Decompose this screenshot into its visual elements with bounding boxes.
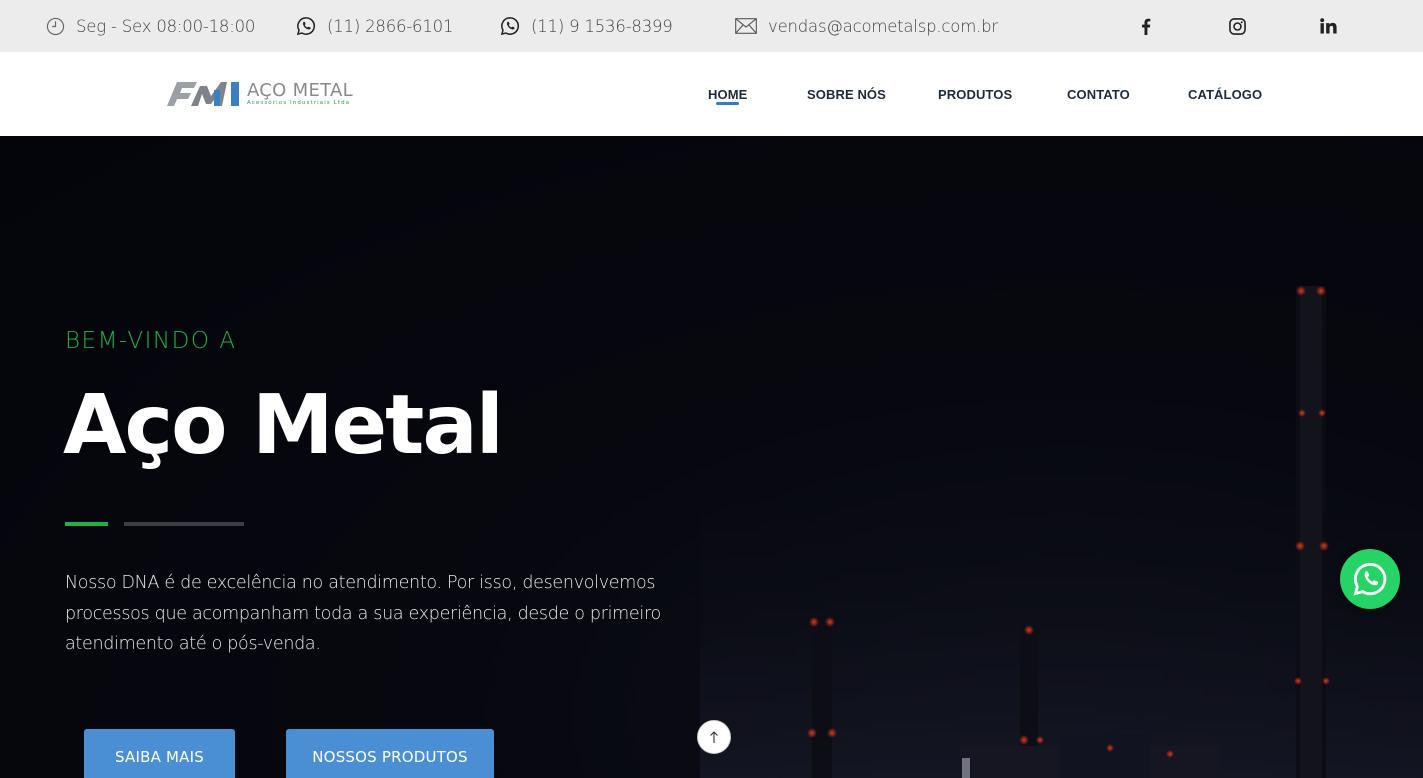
nossos-produtos-button[interactable]: NOSSOS PRODUTOS xyxy=(286,729,494,778)
hero-section: BEM-VINDO A Aço Metal Nosso DNA é de exc… xyxy=(0,136,1423,778)
hero-eyebrow: BEM-VINDO A xyxy=(65,328,237,354)
saiba-mais-button[interactable]: SAIBA MAIS xyxy=(84,729,235,778)
clock-icon xyxy=(46,17,65,35)
scroll-to-top-button[interactable] xyxy=(697,720,731,754)
arrow-up-icon xyxy=(710,731,718,743)
hero-title: Aço Metal xyxy=(63,378,504,473)
nav-contato[interactable]: CONTATO xyxy=(1067,52,1130,136)
site-logo[interactable]: AÇO METAL Acessórios Industriais Ltda xyxy=(167,78,367,110)
nav-sobre-nos[interactable]: SOBRE NÓS xyxy=(807,52,886,136)
phone-link-1[interactable]: (11) 2866-6101 xyxy=(296,0,453,52)
facebook-link[interactable] xyxy=(1134,0,1158,52)
business-hours: Seg - Sex 08:00-18:00 xyxy=(46,0,255,52)
whatsapp-icon xyxy=(1353,562,1387,596)
email-link[interactable]: vendas@acometalsp.com.br xyxy=(735,0,998,52)
nav-home[interactable]: HOME xyxy=(708,52,747,136)
linkedin-link[interactable] xyxy=(1316,0,1340,52)
hero-description: Nosso DNA é de excelência no atendimento… xyxy=(65,573,661,654)
logo-tagline: Acessórios Industriais Ltda xyxy=(247,99,351,106)
logo-name: AÇO METAL xyxy=(247,79,353,101)
hero-divider-line xyxy=(124,522,244,526)
hero-divider-accent xyxy=(65,522,108,526)
nav-catalogo[interactable]: CATÁLOGO xyxy=(1188,52,1262,136)
envelope-icon xyxy=(735,18,757,34)
logo-mark-icon xyxy=(167,82,239,106)
top-info-bar: Seg - Sex 08:00-18:00 (11) 2866-6101 (11… xyxy=(0,0,1423,52)
whatsapp-float-button[interactable] xyxy=(1340,549,1400,609)
phone-2-text: (11) 9 1536-8399 xyxy=(531,16,673,36)
instagram-icon xyxy=(1228,17,1246,35)
whatsapp-icon xyxy=(296,17,315,36)
logo-text: AÇO METAL Acessórios Industriais Ltda xyxy=(247,79,353,107)
phone-1-text: (11) 2866-6101 xyxy=(327,16,454,36)
instagram-link[interactable] xyxy=(1225,0,1249,52)
nav-produtos[interactable]: PRODUTOS xyxy=(938,52,1012,136)
phone-link-2[interactable]: (11) 9 1536-8399 xyxy=(500,0,673,52)
site-header: AÇO METAL Acessórios Industriais Ltda HO… xyxy=(0,52,1423,136)
business-hours-text: Seg - Sex 08:00-18:00 xyxy=(76,16,256,36)
linkedin-icon xyxy=(1319,18,1337,34)
email-text: vendas@acometalsp.com.br xyxy=(768,16,998,36)
whatsapp-icon xyxy=(500,17,519,36)
facebook-icon xyxy=(1142,18,1151,35)
